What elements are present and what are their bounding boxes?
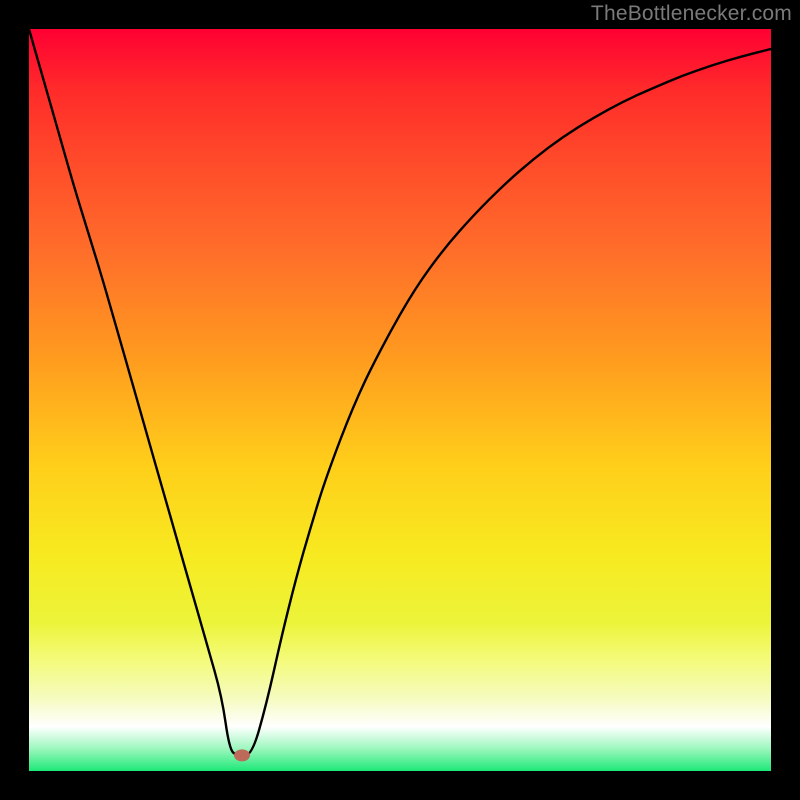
plot-area bbox=[29, 29, 771, 771]
watermark-label: TheBottlenecker.com bbox=[591, 2, 792, 26]
bottleneck-curve bbox=[29, 29, 771, 771]
chart-frame: TheBottlenecker.com bbox=[0, 0, 800, 800]
optimal-point-marker bbox=[234, 749, 250, 761]
